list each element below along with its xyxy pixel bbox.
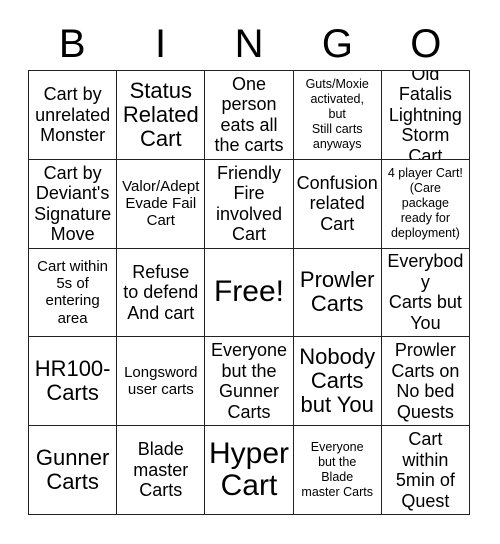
header-letter-g: G bbox=[321, 22, 353, 66]
bingo-cell-b3-label: Cart within 5s of entering area bbox=[37, 257, 109, 327]
bingo-cell-b1-label: Cart by unrelated Monster bbox=[35, 84, 111, 146]
bingo-cell-o2[interactable]: 4 player Cart! (Care package ready for d… bbox=[381, 159, 470, 249]
bingo-cell-o5[interactable]: Cart within 5min of Quest bbox=[381, 426, 470, 515]
bingo-cell-g1[interactable]: Guts/Moxie activated, but Still carts an… bbox=[293, 71, 382, 160]
bingo-cell-i1[interactable]: Status Related Cart bbox=[117, 71, 206, 160]
bingo-header: B I N G O bbox=[28, 18, 470, 70]
bingo-cell-o4[interactable]: Prowler Carts on No bed Quests bbox=[381, 337, 470, 427]
bingo-cell-b5[interactable]: Gunner Carts bbox=[29, 426, 118, 515]
bingo-cell-n5-label: Hyper Cart bbox=[208, 436, 289, 503]
bingo-cell-o4-label: Prowler Carts on No bed Quests bbox=[391, 340, 460, 422]
bingo-cell-b1[interactable]: Cart by unrelated Monster bbox=[29, 71, 118, 160]
bingo-cell-i4-label: Longsword user carts bbox=[124, 363, 198, 399]
bingo-cell-g2[interactable]: Confusion related Cart bbox=[293, 159, 382, 249]
bingo-cell-o5-label: Cart within 5min of Quest bbox=[395, 429, 455, 511]
bingo-cell-free-space[interactable]: Free! bbox=[205, 248, 294, 338]
bingo-cell-g4-label: Nobody Carts but You bbox=[299, 344, 376, 418]
bingo-cell-i1-label: Status Related Cart bbox=[122, 77, 199, 151]
bingo-cell-b4-label: HR100- Carts bbox=[34, 356, 111, 406]
bingo-cell-n1-label: One person eats all the carts bbox=[214, 73, 284, 156]
bingo-cell-g4[interactable]: Nobody Carts but You bbox=[293, 337, 382, 427]
bingo-cell-o1[interactable]: Old Fatalis Lightning Storm Cart bbox=[381, 71, 470, 160]
bingo-cell-g5-label: Everyone but the Blade master Carts bbox=[301, 440, 373, 500]
bingo-cell-g3-label: Prowler Carts bbox=[299, 267, 375, 317]
header-letter-b: B bbox=[58, 22, 86, 66]
bingo-cell-g2-label: Confusion related Cart bbox=[296, 172, 378, 234]
bingo-cell-o3[interactable]: Everybody Carts but You bbox=[381, 248, 470, 338]
bingo-cell-n4[interactable]: Everyone but the Gunner Carts bbox=[205, 337, 294, 427]
bingo-cell-b2-label: Cart by Deviant's Signature Move bbox=[34, 162, 112, 245]
bingo-cell-free-space-label: Free! bbox=[213, 275, 284, 309]
bingo-cell-g5[interactable]: Everyone but the Blade master Carts bbox=[293, 426, 382, 515]
bingo-cell-b2[interactable]: Cart by Deviant's Signature Move bbox=[29, 159, 118, 249]
bingo-cell-i4[interactable]: Longsword user carts bbox=[117, 337, 206, 427]
header-letter-o: O bbox=[410, 22, 442, 66]
bingo-cell-i5-label: Blade master Carts bbox=[133, 439, 189, 501]
bingo-card: B I N G O Cart by unrelated Monster Stat… bbox=[0, 0, 500, 544]
bingo-cell-n1[interactable]: One person eats all the carts bbox=[205, 71, 294, 160]
bingo-cell-i2-label: Valor/Adept Evade Fail Cart bbox=[122, 177, 200, 230]
bingo-cell-n2[interactable]: Friendly Fire involved Cart bbox=[205, 159, 294, 249]
bingo-cell-g3[interactable]: Prowler Carts bbox=[293, 248, 382, 338]
bingo-cell-i3[interactable]: Refuse to defend And cart bbox=[117, 248, 206, 338]
bingo-cell-i5[interactable]: Blade master Carts bbox=[117, 426, 206, 515]
bingo-cell-o1-label: Old Fatalis Lightning Storm Cart bbox=[388, 71, 462, 160]
bingo-cell-n2-label: Friendly Fire involved Cart bbox=[215, 162, 283, 245]
header-letter-n: N bbox=[234, 22, 264, 66]
bingo-grid: Cart by unrelated Monster Status Related… bbox=[28, 70, 470, 515]
bingo-cell-i3-label: Refuse to defend And cart bbox=[123, 261, 199, 323]
bingo-cell-o3-label: Everybody Carts but You bbox=[387, 251, 464, 333]
bingo-cell-o2-label: 4 player Cart! (Care package ready for d… bbox=[387, 166, 463, 241]
bingo-cell-n4-label: Everyone but the Gunner Carts bbox=[210, 340, 288, 422]
bingo-cell-i2[interactable]: Valor/Adept Evade Fail Cart bbox=[117, 159, 206, 249]
bingo-cell-g1-label: Guts/Moxie activated, but Still carts an… bbox=[305, 77, 369, 152]
bingo-cell-b4[interactable]: HR100- Carts bbox=[29, 337, 118, 427]
bingo-cell-b3[interactable]: Cart within 5s of entering area bbox=[29, 248, 118, 338]
bingo-cell-n5[interactable]: Hyper Cart bbox=[205, 426, 294, 515]
bingo-cell-b5-label: Gunner Carts bbox=[35, 444, 110, 495]
header-letter-i: I bbox=[155, 22, 167, 66]
